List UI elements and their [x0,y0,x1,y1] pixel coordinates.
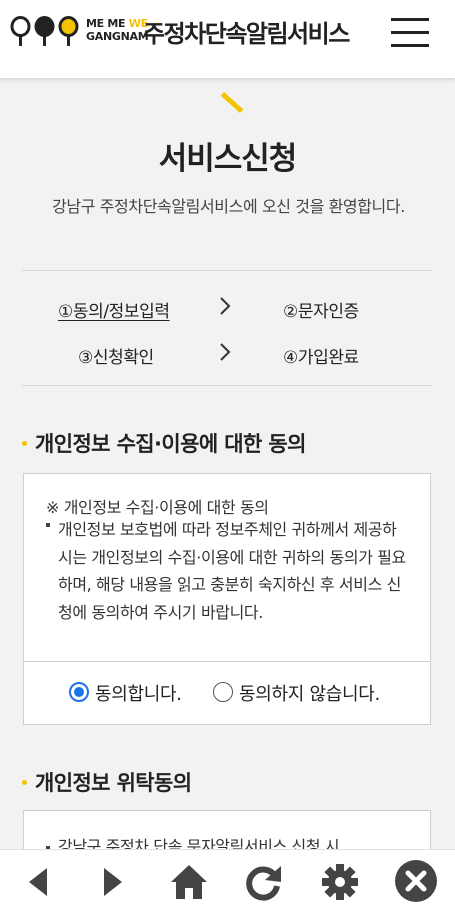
chevron-right-icon [220,343,231,361]
step-2: ②문자인증 [283,302,359,322]
consent-note: ※ 개인정보 수집·이용에 대한 동의 [46,498,269,517]
chevron-right-icon [220,297,231,315]
home-icon[interactable] [169,862,209,902]
refresh-icon[interactable] [243,862,283,902]
hamburger-menu-icon [391,18,429,21]
bullet-square [46,523,50,527]
logo-text-gangnam: GANGNAM [86,30,149,43]
app-header: ME ME WE GANGNAM 주정차단속알림서비스 [0,0,455,78]
title-decoration [220,91,244,114]
agree-radio[interactable] [69,682,89,702]
logo-pin-black-icon [34,16,55,46]
bottom-navigation-bar [0,849,455,911]
section-title-privacy-consent: 개인정보 수집·이용에 대한 동의 [22,428,306,458]
logo-pin-outline-icon [10,16,31,46]
bullet-dot [22,440,27,446]
page-title: 서비스신청 [158,141,298,177]
consent-body-text: 개인정보 보호법에 따라 정보주체인 귀하께서 제공하시는 개인정보의 수집·이… [58,520,406,622]
privacy-consent-box: ※ 개인정보 수집·이용에 대한 동의 개인정보 보호법에 따라 정보주체인 귀… [23,473,431,725]
disagree-radio[interactable] [213,682,233,702]
logo-pin-yellow-icon [58,16,79,46]
logo-text: ME ME WE GANGNAM [86,17,149,43]
welcome-text: 강남구 주정차단속알림서비스에 오신 것을 환영합니다. [52,197,405,216]
forward-icon[interactable] [92,862,132,902]
back-icon[interactable] [19,862,59,902]
step-4: ④가입완료 [283,348,359,368]
agree-label[interactable]: 동의합니다. [95,680,182,706]
step-3: ③신청확인 [78,348,154,368]
settings-icon[interactable] [320,862,360,902]
step-1: ①동의/정보입력 [58,302,170,322]
disagree-label[interactable]: 동의하지 않습니다. [239,680,380,706]
close-icon[interactable] [394,859,438,903]
step-indicator: ①동의/정보입력 ②문자인증 ③신청확인 ④가입완료 [22,270,432,386]
bullet-dot [22,779,27,785]
consent-radio-group: 동의합니다. 동의하지 않습니다. [24,661,430,724]
menu-button[interactable] [391,18,429,48]
logo-text-meme: ME ME [86,17,129,30]
section-title-delegation-consent: 개인정보 위탁동의 [22,767,192,797]
app-title: 주정차단속알림서비스 [143,20,350,48]
